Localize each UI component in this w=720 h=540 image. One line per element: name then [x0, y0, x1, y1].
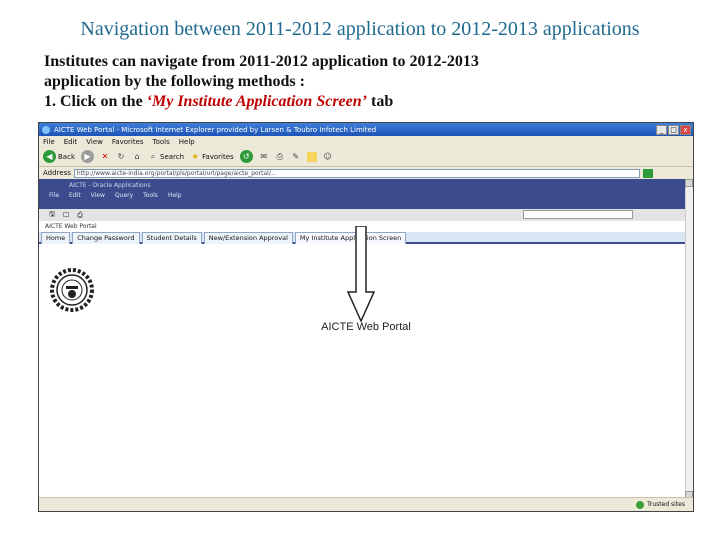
stop-icon[interactable]: ✕: [100, 152, 110, 162]
favorites-button[interactable]: ★ Favorites: [190, 151, 234, 162]
portal-name: AICTE Web Portal: [321, 321, 411, 333]
print-form-icon[interactable]: ⎙: [77, 211, 83, 220]
menu-view[interactable]: View: [86, 138, 103, 146]
vertical-scrollbar[interactable]: [685, 179, 693, 499]
instructions: Institutes can navigate from 2011-2012 a…: [44, 52, 684, 112]
search-button[interactable]: ⌕ Search: [148, 152, 184, 162]
tab-new-extension-approval[interactable]: New/Extension Approval: [203, 232, 293, 244]
frame-label: AICTE Web Portal: [45, 223, 97, 230]
window-buttons: _ □ x: [656, 124, 693, 135]
search-icon: ⌕: [150, 151, 156, 161]
address-label: Address: [43, 169, 71, 177]
trusted-zone-icon: [636, 500, 645, 509]
menu-file[interactable]: File: [43, 138, 55, 146]
oracle-menubar: File Edit View Query Tools Help: [49, 192, 182, 199]
oracle-menu-query[interactable]: Query: [115, 192, 133, 199]
slide-title: Navigation between 2011-2012 application…: [80, 18, 640, 40]
mail-icon[interactable]: ✉: [259, 152, 269, 162]
print-icon[interactable]: ⎙: [275, 152, 285, 162]
edit-icon[interactable]: ✎: [291, 152, 301, 162]
browser-title: AICTE Web Portal - Microsoft Internet Ex…: [54, 125, 377, 134]
pointer-arrow-icon: [347, 226, 375, 322]
menu-favorites[interactable]: Favorites: [112, 138, 144, 146]
menu-edit[interactable]: Edit: [64, 138, 78, 146]
minimize-button[interactable]: _: [656, 124, 667, 135]
oracle-search-field[interactable]: [523, 210, 633, 219]
ie-logo-icon: [42, 125, 50, 134]
instruction-line-2: application by the following methods :: [44, 73, 305, 90]
folder-icon[interactable]: [306, 151, 317, 162]
aicte-logo-icon: [50, 268, 94, 312]
oracle-header: AICTE - Oracle Applications File Edit Vi…: [39, 179, 693, 209]
forward-button[interactable]: ▶: [81, 150, 94, 163]
step-prefix: 1. Click on the: [44, 93, 147, 110]
step-highlight: ‘My Institute Application Screen’: [146, 93, 367, 110]
oracle-menu-view[interactable]: View: [91, 192, 105, 199]
menu-help[interactable]: Help: [179, 138, 195, 146]
messenger-icon[interactable]: ☺: [323, 152, 333, 162]
history-icon[interactable]: ↺: [239, 150, 253, 163]
oracle-menu-tools[interactable]: Tools: [143, 192, 158, 199]
oracle-menu-help[interactable]: Help: [168, 192, 182, 199]
browser-window: AICTE Web Portal - Microsoft Internet Ex…: [38, 122, 694, 512]
back-arrow-icon: ◀: [43, 150, 56, 163]
favorites-label: Favorites: [202, 152, 234, 161]
search-label: Search: [160, 152, 185, 161]
go-button[interactable]: [643, 168, 653, 178]
back-label: Back: [58, 152, 75, 161]
maximize-button[interactable]: □: [668, 124, 679, 135]
address-input[interactable]: http://www.aicte-india.org/portal/pls/po…: [73, 168, 640, 178]
oracle-title: AICTE - Oracle Applications: [69, 182, 151, 189]
browser-menubar: File Edit View Favorites Tools Help: [39, 136, 693, 147]
tab-change-password[interactable]: Change Password: [72, 232, 140, 244]
instruction-line-3: 1. Click on the ‘My Institute Applicatio…: [44, 92, 684, 112]
scroll-up-icon[interactable]: [685, 179, 693, 187]
security-zone: Trusted sites: [636, 500, 693, 509]
page-content: AICTE - Oracle Applications File Edit Vi…: [39, 179, 693, 499]
refresh-icon[interactable]: ↻: [116, 152, 126, 162]
navigator-icon[interactable]: ☐: [63, 211, 69, 219]
home-icon[interactable]: ⌂: [132, 152, 142, 162]
close-button[interactable]: x: [680, 124, 691, 135]
star-icon: ★: [191, 151, 199, 161]
browser-toolbar: ◀ Back ▶ ✕ ↻ ⌂ ⌕ Search ★ Favorites ↺ ✉ …: [39, 147, 693, 167]
tab-home[interactable]: Home: [41, 232, 71, 244]
back-button[interactable]: ◀ Back: [43, 150, 75, 163]
tab-student-details[interactable]: Student Details: [141, 232, 202, 244]
step-suffix: tab: [366, 93, 394, 110]
oracle-menu-file[interactable]: File: [49, 192, 59, 199]
save-icon[interactable]: 🖫: [49, 210, 55, 221]
instruction-line-1: Institutes can navigate from 2011-2012 a…: [44, 53, 479, 70]
zone-label: Trusted sites: [647, 501, 685, 508]
menu-tools[interactable]: Tools: [153, 138, 170, 146]
address-bar: Address http://www.aicte-india.org/porta…: [39, 167, 693, 179]
oracle-menu-edit[interactable]: Edit: [69, 192, 81, 199]
browser-titlebar: AICTE Web Portal - Microsoft Internet Ex…: [39, 123, 693, 136]
status-bar: Trusted sites: [39, 497, 693, 511]
